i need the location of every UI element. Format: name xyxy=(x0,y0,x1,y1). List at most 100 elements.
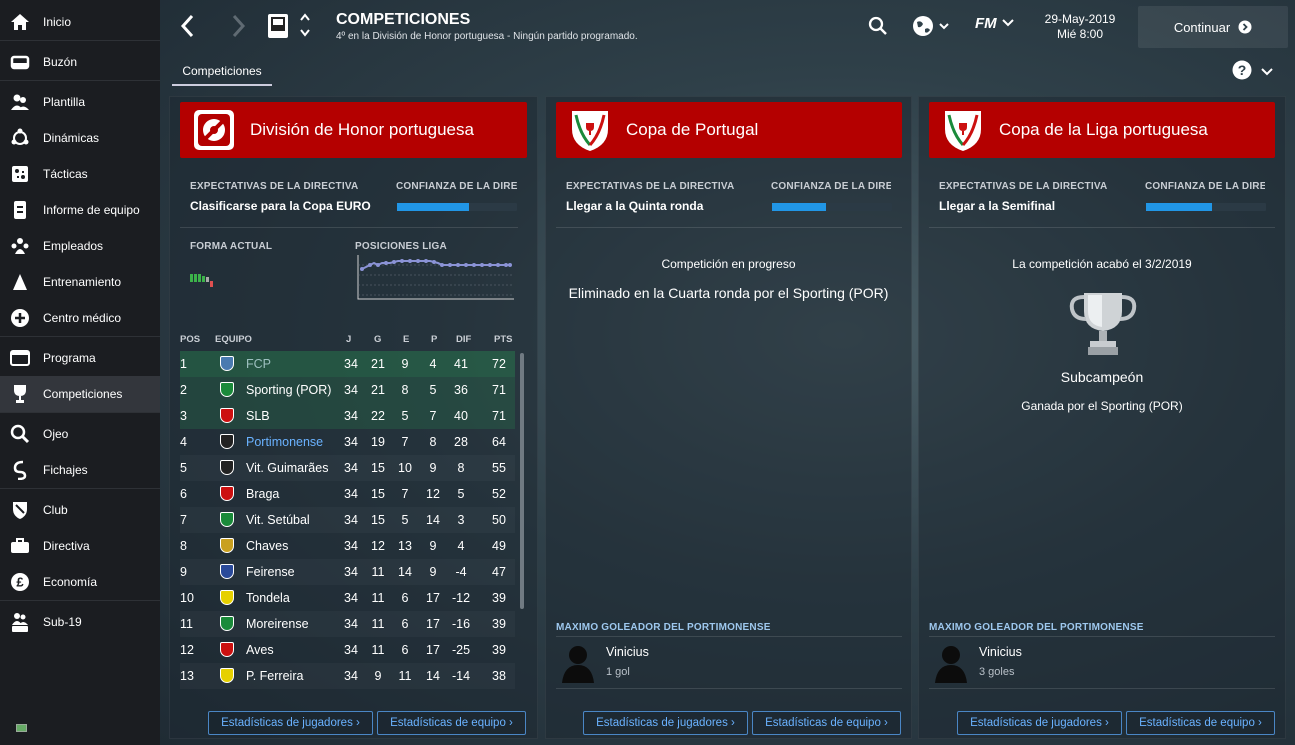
table-row[interactable]: 2 Sporting (POR) 34 21 8 5 36 71 xyxy=(180,377,515,403)
league-header[interactable]: División de Honor portuguesa xyxy=(180,102,527,158)
table-row[interactable]: 13 P. Ferreira 34 9 11 14 -14 38 xyxy=(180,663,515,689)
sidebar-item-team-report[interactable]: Informe de equipo xyxy=(0,192,160,228)
league-cup-header[interactable]: Copa de la Liga portuguesa xyxy=(929,102,1275,158)
cell-j: 34 xyxy=(344,539,358,553)
sidebar-item-board[interactable]: Directiva xyxy=(0,528,160,564)
cell-pts: 39 xyxy=(492,591,506,605)
sidebar-item-home[interactable]: Inicio xyxy=(0,4,160,40)
switch-club-icon[interactable] xyxy=(299,12,311,43)
sidebar-item-staff[interactable]: Empleados xyxy=(0,228,160,264)
table-row[interactable]: 6 Braga 34 15 7 12 5 52 xyxy=(180,481,515,507)
table-row[interactable]: 8 Chaves 34 12 13 9 4 49 xyxy=(180,533,515,559)
table-row[interactable]: 1 FCP 34 21 9 4 41 72 xyxy=(180,351,515,377)
table-scrollbar[interactable] xyxy=(520,353,524,609)
col-g[interactable]: G xyxy=(374,334,381,345)
cell-g: 22 xyxy=(371,409,385,423)
sidebar-item-finance[interactable]: £ Economía xyxy=(0,564,160,600)
tab-competitions[interactable]: Competiciones xyxy=(172,62,272,86)
cell-pts: 71 xyxy=(492,409,506,423)
form-chart xyxy=(190,273,220,294)
team-stats-button[interactable]: Estadísticas de equipo › xyxy=(377,711,526,735)
cell-g: 11 xyxy=(371,643,385,657)
globe-icon[interactable] xyxy=(912,15,950,42)
sidebar-item-training[interactable]: Entrenamiento xyxy=(0,264,160,300)
fm-menu-icon[interactable]: FM xyxy=(975,15,1015,33)
sidebar-item-schedule[interactable]: Programa xyxy=(0,340,160,376)
sidebar-item-tactics[interactable]: Tácticas xyxy=(0,156,160,192)
back-icon[interactable] xyxy=(180,14,194,43)
sidebar-item-label: Sub-19 xyxy=(43,615,82,629)
player-stats-button[interactable]: Estadísticas de jugadores › xyxy=(957,711,1122,735)
continue-label: Continuar xyxy=(1173,19,1231,35)
cell-dif: -25 xyxy=(451,643,471,657)
col-pts[interactable]: PTS xyxy=(494,334,512,345)
sidebar-item-label: Empleados xyxy=(43,239,104,253)
board-icon xyxy=(10,536,30,556)
search-icon[interactable] xyxy=(868,16,888,41)
cell-e: 6 xyxy=(401,643,409,657)
player-stats-button[interactable]: Estadísticas de jugadores › xyxy=(208,711,373,735)
board-expectation-label: EXPECTATIVAS DE LA DIRECTIVA xyxy=(190,181,359,192)
help-icon[interactable]: ? xyxy=(1232,60,1252,85)
cell-g: 19 xyxy=(371,435,385,449)
table-row[interactable]: 12 Aves 34 11 6 17 -25 39 xyxy=(180,637,515,663)
forward-icon[interactable] xyxy=(232,14,246,43)
table-row[interactable]: 5 Vit. Guimarães 34 15 10 9 8 55 xyxy=(180,455,515,481)
sidebar-item-label: Economía xyxy=(43,575,98,589)
top-scorer-name[interactable]: Vinicius xyxy=(979,645,1022,659)
cell-pos: 8 xyxy=(180,539,187,553)
table-row[interactable]: 4 Portimonense 34 19 7 8 28 64 xyxy=(180,429,515,455)
sidebar-item-squad[interactable]: Plantilla xyxy=(0,84,160,120)
cell-pts: 39 xyxy=(492,643,506,657)
table-row[interactable]: 11 Moreirense 34 11 6 17 -16 39 xyxy=(180,611,515,637)
sidebar-item-inbox[interactable]: Buzón xyxy=(0,44,160,80)
game-time: Mié 8:00 xyxy=(1056,27,1104,41)
league-table: 1 FCP 34 21 9 4 41 72 2 Sporting (POR) 34 21 8 5 36 71 3… xyxy=(170,351,530,701)
col-e[interactable]: E xyxy=(403,334,409,345)
sidebar-item-club[interactable]: Club xyxy=(0,492,160,528)
table-row[interactable]: 7 Vit. Setúbal 34 15 5 14 3 50 xyxy=(180,507,515,533)
sidebar-item-scouting[interactable]: Ojeo xyxy=(0,416,160,452)
sidebar-item-medical[interactable]: Centro médico xyxy=(0,300,160,336)
sidebar-item-u19[interactable]: Sub-19 xyxy=(0,604,160,640)
top-scorer-name[interactable]: Vinicius xyxy=(606,645,649,659)
col-dif[interactable]: DIF xyxy=(456,334,471,345)
col-p[interactable]: P xyxy=(431,334,437,345)
cell-dif: 4 xyxy=(457,539,465,553)
table-row[interactable]: 3 SLB 34 22 5 7 40 71 xyxy=(180,403,515,429)
sidebar-item-dynamics[interactable]: Dinámicas xyxy=(0,120,160,156)
table-row[interactable]: 9 Feirense 34 11 14 9 -4 47 xyxy=(180,559,515,585)
cup-header[interactable]: Copa de Portugal xyxy=(556,102,902,158)
sidebar: Inicio Buzón Plantilla Dinámicas Táctica… xyxy=(0,0,160,745)
sidebar-item-label: Competiciones xyxy=(43,387,123,401)
sidebar-item-transfers[interactable]: Fichajes xyxy=(0,452,160,488)
cell-g: 15 xyxy=(371,513,385,527)
cell-e: 9 xyxy=(401,357,409,371)
table-row[interactable]: 10 Tondela 34 11 6 17 -12 39 xyxy=(180,585,515,611)
cell-pts: 52 xyxy=(492,487,506,501)
chevron-down-icon[interactable] xyxy=(1260,64,1274,82)
board-confidence-label: CONFIANZA DE LA DIRECTIVA xyxy=(396,181,518,192)
team-stats-button[interactable]: Estadísticas de equipo › xyxy=(752,711,901,735)
sidebar-item-competitions[interactable]: Competiciones xyxy=(0,376,160,412)
continue-button[interactable]: Continuar xyxy=(1138,6,1288,48)
team-crest-icon xyxy=(220,616,234,631)
col-team[interactable]: EQUIPO xyxy=(215,334,252,345)
col-j[interactable]: J xyxy=(346,334,351,345)
cell-e: 6 xyxy=(401,591,409,605)
club-crest-icon[interactable] xyxy=(266,12,290,45)
squad-icon xyxy=(10,92,30,112)
cell-pts: 38 xyxy=(492,669,506,683)
col-pos[interactable]: POS xyxy=(180,334,200,345)
cell-j: 34 xyxy=(344,435,358,449)
board-expectation-label: EXPECTATIVAS DE LA DIRECTIVA xyxy=(939,181,1108,192)
player-stats-button[interactable]: Estadísticas de jugadores › xyxy=(583,711,748,735)
cell-p: 5 xyxy=(429,383,437,397)
cell-p: 9 xyxy=(429,565,437,579)
cell-g: 11 xyxy=(371,565,385,579)
trophy-icon xyxy=(1066,289,1140,368)
cell-e: 7 xyxy=(401,487,409,501)
cell-j: 34 xyxy=(344,383,358,397)
league-logo-icon xyxy=(192,109,236,151)
team-stats-button[interactable]: Estadísticas de equipo › xyxy=(1126,711,1275,735)
